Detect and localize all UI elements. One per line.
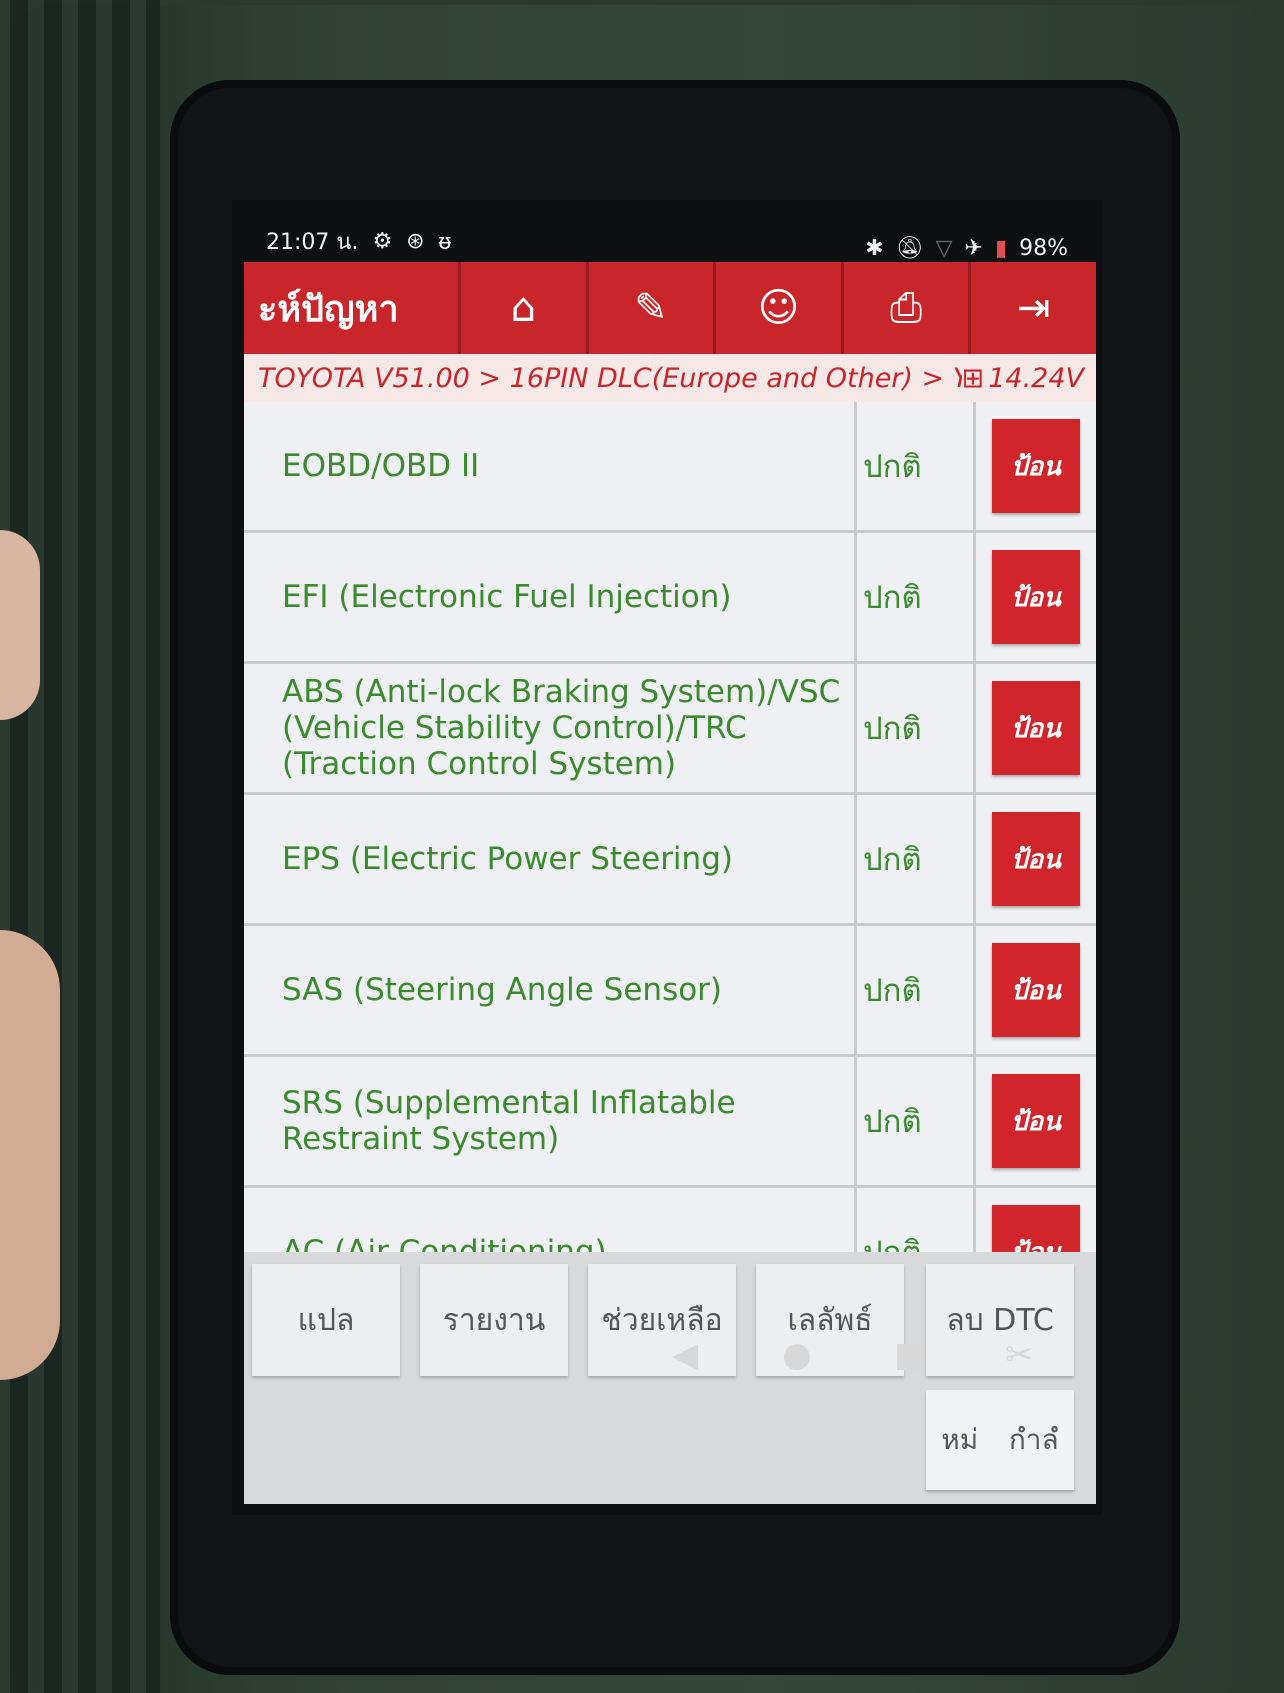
system-status: ปกติ [854,1057,976,1185]
print-button[interactable]: ⎙ [840,262,969,354]
breadcrumb: TOYOTA V51.00 > 16PIN DLC(Europe and Oth… [244,354,1096,402]
system-name: EFI (Electronic Fuel Injection) [282,579,732,615]
aperture-icon: ⊛ [406,229,425,254]
system-status: ปกติ [854,926,976,1054]
system-row: SRS (Supplemental Inflatable Restraint S… [244,1057,1096,1188]
battery-icon: ▮ [994,236,1008,261]
enter-button[interactable]: ป้อน [992,812,1080,906]
system-row: EFI (Electronic Fuel Injection) ปกติ ป้อ… [244,533,1096,664]
status-bar: 21:07 น. ⚙ ⊛ ᵿ ✱ 🔕︎ ▽ ✈ ▮ 98% [232,200,1102,261]
screen: 21:07 น. ⚙ ⊛ ᵿ ✱ 🔕︎ ▽ ✈ ▮ 98% ะห์ปัญหา ⌂… [232,200,1102,1515]
system-name: SRS (Supplemental Inflatable Restraint S… [282,1085,736,1157]
system-status: ปกติ [854,1188,976,1252]
mute-icon: 🔕︎ [895,236,924,261]
mode-label-b: กำลํ [1008,1423,1059,1456]
report-button[interactable]: รายงาน [420,1264,568,1376]
exit-button[interactable]: ⇥ [968,262,1096,354]
car-battery-icon: ⊞ [961,362,985,394]
print-icon: ⎙ [890,285,923,331]
system-row: ABS (Anti-lock Braking System)/VSC (Vehi… [244,664,1096,795]
help-button[interactable]: ช่วยเหลือ [588,1264,736,1376]
home-icon: ⌂ [510,285,536,331]
system-row: EOBD/OBD II ปกติ ป้อน [244,402,1096,533]
battery-voltage: ⊞ 14.24V [962,363,1096,394]
enter-button[interactable]: ป้อน [992,681,1080,775]
system-name: ABS (Anti-lock Braking System)/VSC (Vehi… [282,674,841,782]
back-icon[interactable]: ◀ [672,1335,698,1375]
system-name: EPS (Electric Power Steering) [282,841,733,877]
clock: 21:07 น. [266,230,359,255]
translate-button[interactable]: แปล [252,1264,400,1376]
system-name: SAS (Steering Angle Sensor) [282,972,723,1008]
enter-button[interactable]: ป้อน [992,1074,1080,1168]
device-grip [10,0,160,1693]
system-status: ปกติ [854,402,976,530]
support-icon: ☺ [757,285,800,331]
system-name: AC (Air Conditioning) [282,1234,607,1252]
exit-icon: ⇥ [1016,285,1051,331]
clear-dtc-button[interactable]: ลบ DTC [926,1264,1074,1376]
result-button[interactable]: เลลัพธ์ [756,1264,904,1376]
app-bar: ะห์ปัญหา ⌂ ✎ ☺ ⎙ ⇥ [244,262,1096,354]
gear-icon: ⚙ [372,229,393,254]
airplane-icon: ✈ [964,236,983,261]
mode-button[interactable]: หม่ กำลํ [926,1390,1074,1490]
bluetooth-icon: ✱ [865,236,884,261]
edit-button[interactable]: ✎ [585,262,714,354]
finger [0,930,60,1380]
page-title: ะห์ปัญหา [258,288,399,330]
home-nav-icon[interactable]: ● [782,1335,812,1375]
stethoscope-icon: ᵿ [438,229,452,255]
system-list: EOBD/OBD II ปกติ ป้อน EFI (Electronic Fu… [244,402,1096,1252]
enter-button[interactable]: ป้อน [992,1205,1080,1252]
system-row: SAS (Steering Angle Sensor) ปกติ ป้อน [244,926,1096,1057]
breadcrumb-path: TOYOTA V51.00 > 16PIN DLC(Europe and Oth… [258,362,962,394]
battery-level: 98% [1019,236,1068,261]
enter-button[interactable]: ป้อน [992,550,1080,644]
system-status: ปกติ [854,533,976,661]
support-button[interactable]: ☺ [713,262,841,354]
home-button[interactable]: ⌂ [458,262,586,354]
wifi-icon: ▽ [935,236,953,261]
enter-button[interactable]: ป้อน [992,943,1080,1037]
mode-label-a: หม่ [941,1423,979,1456]
edit-icon: ✎ [634,285,668,331]
screenshot-icon[interactable]: ✂ [1005,1335,1034,1375]
function-bar: แปล รายงาน ช่วยเหลือ เลลัพธ์ ลบ DTC หม่ … [244,1252,1096,1504]
voltage-value: 14.24V [988,362,1084,394]
finger [0,530,40,720]
enter-button[interactable]: ป้อน [992,419,1080,513]
system-status: ปกติ [854,795,976,923]
system-row: EPS (Electric Power Steering) ปกติ ป้อน [244,795,1096,926]
system-status: ปกติ [854,664,976,792]
recents-icon[interactable]: ■ [894,1335,926,1375]
system-row: AC (Air Conditioning) ปกติ ป้อน [244,1188,1096,1252]
system-name: EOBD/OBD II [282,448,480,484]
